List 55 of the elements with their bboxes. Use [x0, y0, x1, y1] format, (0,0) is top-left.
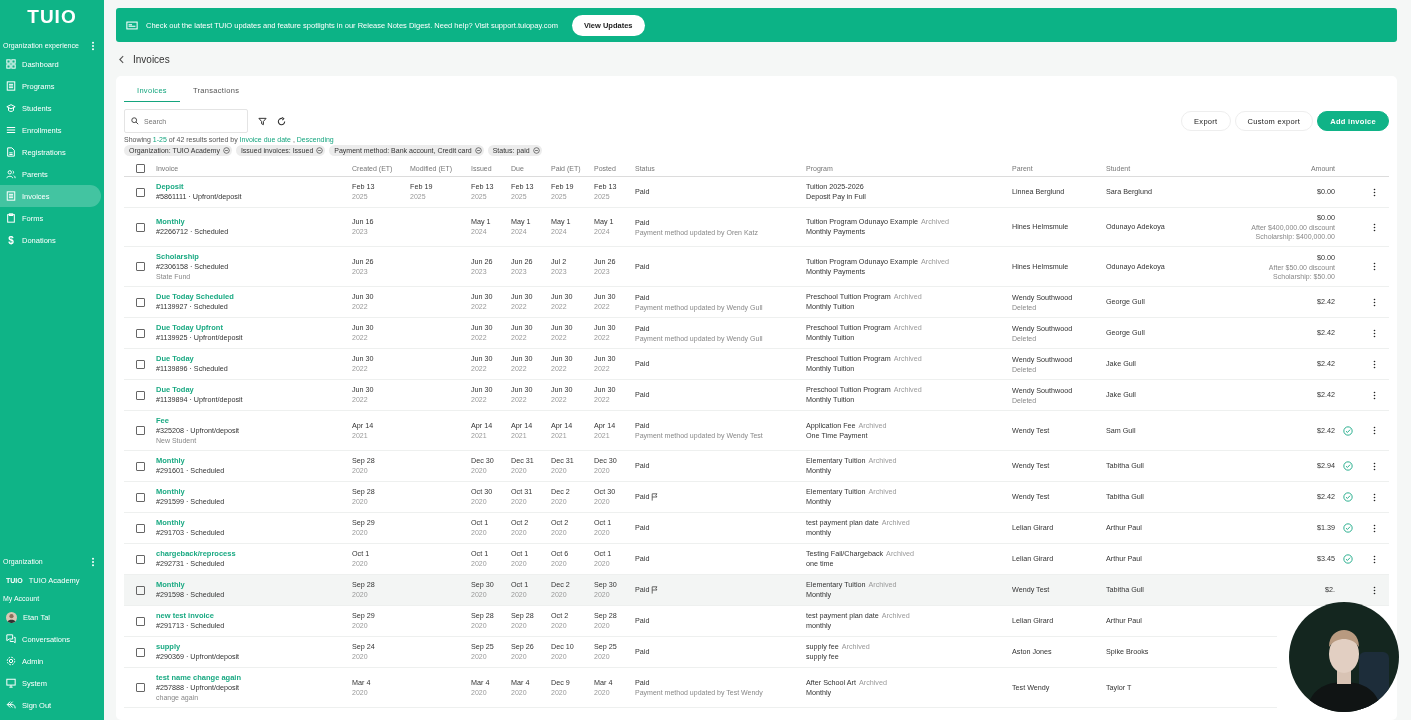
row-checkbox[interactable]: [135, 647, 145, 657]
more-icon[interactable]: [1373, 359, 1376, 369]
file-icon: [6, 147, 16, 157]
row-checkbox[interactable]: [135, 297, 145, 307]
more-icon[interactable]: [1373, 461, 1376, 471]
document-icon: [6, 81, 16, 91]
row-checkbox[interactable]: [135, 616, 145, 626]
remove-icon[interactable]: [316, 147, 324, 154]
remove-icon[interactable]: [222, 147, 230, 154]
chat-icon: [6, 634, 16, 644]
dollar-icon: $: [6, 234, 16, 246]
more-icon[interactable]: [1373, 426, 1376, 435]
row-checkbox[interactable]: [135, 585, 145, 595]
row-checkbox[interactable]: [135, 187, 145, 197]
monitor-icon: [6, 678, 16, 688]
avatar-icon: [6, 611, 17, 623]
document-icon: [6, 191, 16, 201]
more-icon[interactable]: [1373, 554, 1376, 564]
remove-icon[interactable]: [532, 147, 540, 154]
row-checkbox[interactable]: [135, 461, 145, 471]
more-icon[interactable]: [1373, 187, 1376, 197]
logo: TUIO: [27, 6, 77, 28]
row-checkbox[interactable]: [135, 426, 145, 435]
row-checkbox[interactable]: [135, 328, 145, 338]
row-checkbox[interactable]: [135, 222, 145, 232]
more-icon[interactable]: [1373, 492, 1376, 502]
refresh-icon[interactable]: [277, 116, 286, 126]
gear-icon: [6, 656, 16, 666]
filter-icon[interactable]: [258, 116, 267, 126]
more-icon[interactable]: [1373, 585, 1376, 595]
row-checkbox[interactable]: [135, 554, 145, 564]
reply-arrow-icon: [6, 700, 16, 710]
people-icon: [6, 169, 16, 179]
graduation-cap-icon: [6, 103, 16, 113]
newspaper-icon: [126, 20, 138, 30]
row-checkbox[interactable]: [135, 683, 145, 692]
page-title: Invoices: [133, 53, 170, 65]
more-icon[interactable]: [1373, 262, 1376, 271]
more-icon[interactable]: [1373, 523, 1376, 533]
row-checkbox[interactable]: [135, 523, 145, 533]
row-checkbox[interactable]: [135, 359, 145, 369]
search-icon: [131, 117, 139, 125]
back-icon[interactable]: [119, 54, 124, 64]
grid-icon: [6, 59, 16, 69]
row-checkbox[interactable]: [135, 262, 145, 271]
select-all-checkbox[interactable]: [135, 164, 145, 173]
row-checkbox[interactable]: [135, 390, 145, 400]
more-icon[interactable]: [1373, 328, 1376, 338]
clipboard-icon: [6, 213, 16, 223]
list-icon: [6, 125, 16, 135]
more-icon[interactable]: [1373, 297, 1376, 307]
remove-icon[interactable]: [474, 147, 482, 154]
row-checkbox[interactable]: [135, 492, 145, 502]
more-icon[interactable]: [1373, 390, 1376, 400]
more-icon[interactable]: [1373, 222, 1376, 232]
